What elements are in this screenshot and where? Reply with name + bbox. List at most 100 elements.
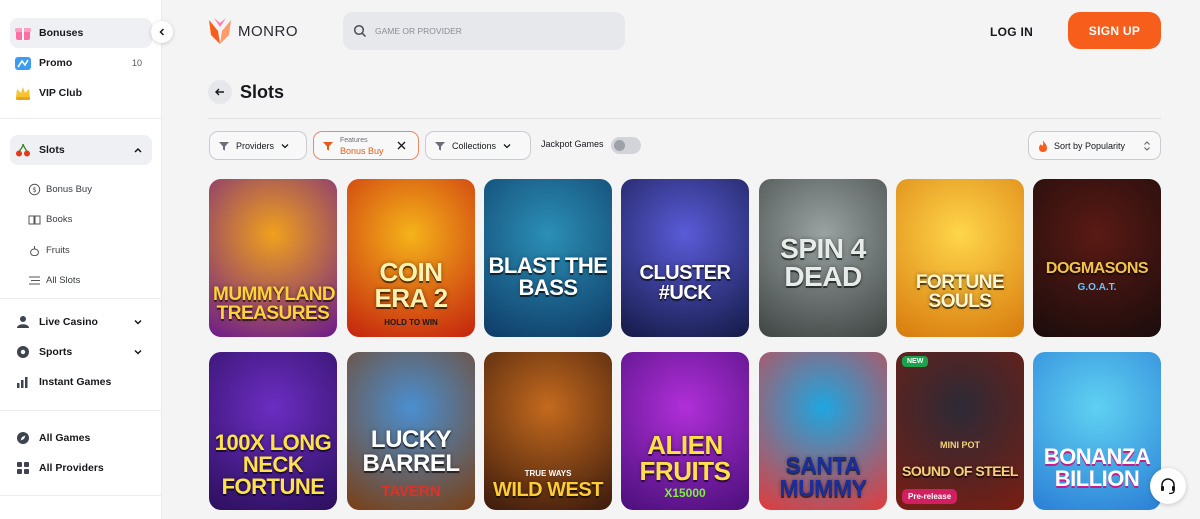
chevron-down-icon: [134, 319, 142, 325]
sidebar-item-bonuses[interactable]: Bonuses: [10, 18, 152, 48]
sidebar-item-label: Live Casino: [39, 316, 98, 328]
close-icon[interactable]: [396, 140, 407, 151]
sidebar-item-vip-club[interactable]: VIP Club: [10, 78, 152, 108]
cherry-icon: [13, 140, 33, 160]
game-subtitle: MINI POT: [940, 440, 980, 450]
chevron-up-icon: [134, 147, 142, 153]
sort-select-label: Sort by Popularity: [1054, 140, 1126, 151]
game-title: SPIN 4 DEAD: [780, 233, 866, 292]
headset-icon: [1161, 478, 1175, 495]
new-badge: NEW: [902, 356, 929, 367]
sidebar-divider: [0, 495, 161, 496]
game-tile-santa-mummy[interactable]: SANTA MUMMY: [759, 352, 887, 510]
coin-icon: $: [28, 183, 41, 196]
page-title: Slots: [240, 82, 285, 102]
game-title: BLAST THE BASS: [488, 253, 608, 300]
list-icon: [28, 274, 41, 287]
game-tile-mummyland-treasures[interactable]: MUMMYLAND TREASURES: [209, 179, 337, 337]
fruit-icon: [28, 244, 41, 257]
sidebar-item-live-casino[interactable]: Live Casino: [10, 307, 152, 337]
features-filter-key: Features: [340, 136, 368, 144]
collections-filter[interactable]: Collections: [425, 131, 531, 160]
features-filter-value: Features Bonus Buy: [340, 136, 384, 156]
game-title: MUMMYLAND TREASURES: [213, 284, 336, 324]
game-tile-coin-era-2[interactable]: COIN ERA 2 HOLD TO WIN: [347, 179, 475, 337]
game-subtitle: TRUE WAYS: [524, 469, 572, 478]
compass-icon: [13, 428, 33, 448]
game-title: DOGMASONS: [1045, 260, 1149, 277]
brand-logo[interactable]: MONRO: [208, 17, 298, 45]
sidebar-subitem-fruits[interactable]: Fruits: [28, 240, 70, 260]
game-subtitle: X15000: [664, 486, 706, 500]
features-filter-selected: Bonus Buy: [340, 145, 384, 156]
header-divider: [208, 118, 1161, 119]
game-title: CLUSTER #UCK: [639, 262, 731, 304]
sidebar-divider: [0, 118, 161, 119]
sidebar-subitem-books[interactable]: Books: [28, 209, 72, 229]
sidebar-item-label: All Providers: [39, 462, 104, 474]
promo-count: 10: [131, 58, 142, 68]
back-button[interactable]: [208, 80, 232, 104]
sidebar-subitem-bonus-buy[interactable]: $ Bonus Buy: [28, 179, 92, 199]
providers-filter-label: Providers: [236, 140, 275, 151]
sidebar-subitem-label: Fruits: [46, 244, 70, 256]
game-tile-long-neck-fortune[interactable]: 100x LONG NECK FORTUNE: [209, 352, 337, 510]
game-tile-spin-4-dead[interactable]: SPIN 4 DEAD: [759, 179, 887, 337]
promo-icon: [13, 53, 33, 73]
login-button[interactable]: LOG IN: [990, 22, 1033, 42]
providers-filter[interactable]: Providers: [209, 131, 307, 160]
sidebar-item-label: All Games: [39, 432, 91, 444]
svg-text:$: $: [32, 186, 36, 194]
game-title: SANTA MUMMY: [779, 452, 867, 501]
filter-icon: [219, 141, 229, 150]
chevron-left-icon: [159, 28, 165, 36]
support-chat-button[interactable]: [1150, 468, 1186, 504]
game-title: FORTUNE SOULS: [915, 272, 1005, 312]
search-icon: [353, 24, 367, 38]
game-tile-wild-west[interactable]: TRUE WAYS WILD WEST: [484, 352, 612, 510]
features-filter-icon: [323, 141, 333, 150]
sidebar-subitem-label: All Slots: [46, 274, 81, 286]
sidebar-item-all-games[interactable]: All Games: [10, 423, 152, 453]
game-tile-dogmasons[interactable]: DOGMASONS G.O.A.T.: [1033, 179, 1161, 337]
search-bar[interactable]: [343, 12, 625, 50]
sidebar-item-instant-games[interactable]: Instant Games: [10, 367, 152, 397]
sidebar-item-label: Promo: [39, 57, 73, 69]
sort-arrows-icon: [1144, 141, 1150, 151]
chevron-down-icon: [281, 143, 289, 148]
game-tile-fortune-souls[interactable]: FORTUNE SOULS: [896, 179, 1024, 337]
game-subtitle: G.O.A.T.: [1077, 282, 1117, 293]
game-title: BONANZA BILLION: [1043, 444, 1151, 491]
jackpot-games-toggle[interactable]: [611, 137, 641, 154]
sidebar-item-label: Bonuses: [39, 27, 84, 39]
sidebar-divider: [0, 298, 161, 299]
game-tile-sound-of-steel[interactable]: NEW MINI POT SOUND OF STEEL Pre-release: [896, 352, 1024, 510]
sidebar-item-label: Instant Games: [39, 376, 112, 388]
sidebar-item-all-providers[interactable]: All Providers: [10, 453, 152, 483]
game-tile-bonanza-billion[interactable]: BONANZA BILLION: [1033, 352, 1161, 510]
sidebar-item-sports[interactable]: Sports: [10, 337, 152, 367]
game-tile-cluster-uck[interactable]: CLUSTER #UCK: [621, 179, 749, 337]
sidebar-collapse-button[interactable]: [151, 21, 173, 43]
signup-button[interactable]: SIGN UP: [1068, 12, 1161, 49]
sidebar-subitem-label: Bonus Buy: [46, 183, 92, 195]
sidebar-subitem-label: Books: [46, 213, 73, 225]
search-input[interactable]: [375, 26, 595, 36]
sidebar: Bonuses Promo 10 VIP Club Slots $ Bonus …: [0, 0, 162, 519]
crown-icon: [13, 83, 33, 103]
collections-filter-label: Collections: [452, 140, 497, 151]
features-filter[interactable]: Features Bonus Buy: [313, 131, 419, 160]
sidebar-subitem-all-slots[interactable]: All Slots: [28, 270, 80, 290]
sidebar-item-label: Sports: [39, 346, 73, 358]
bar-chart-icon: [13, 372, 33, 392]
chevron-down-icon: [134, 349, 142, 355]
ball-icon: [13, 342, 33, 362]
game-tile-lucky-barrel[interactable]: LUCKY BARREL TAVERN: [347, 352, 475, 510]
flame-icon: [1039, 139, 1047, 152]
game-tile-alien-fruits[interactable]: ALIEN FRUITS X15000: [621, 352, 749, 510]
sidebar-item-promo[interactable]: Promo 10: [10, 48, 152, 78]
game-title: COIN ERA 2: [374, 257, 448, 313]
sort-select[interactable]: Sort by Popularity: [1028, 131, 1161, 160]
game-tile-blast-the-bass[interactable]: BLAST THE BASS: [484, 179, 612, 337]
sidebar-item-slots[interactable]: Slots: [10, 135, 152, 165]
